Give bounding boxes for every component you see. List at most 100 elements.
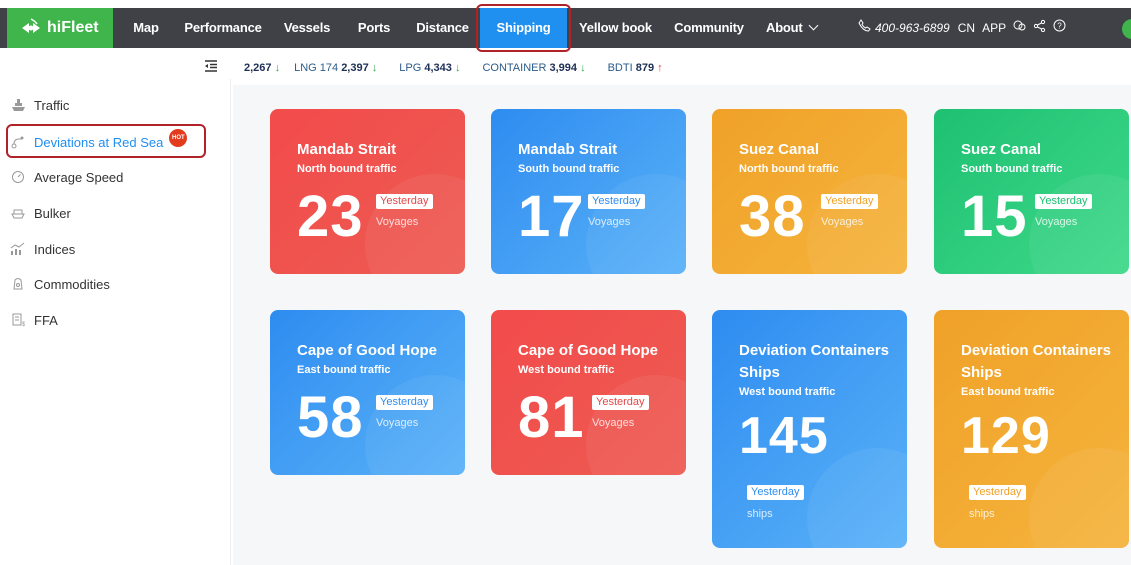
- sidebar-item-indices[interactable]: Indices: [10, 237, 75, 261]
- chart-icon: [10, 241, 26, 257]
- share-icon[interactable]: [1033, 8, 1046, 48]
- arrow-up-icon: ↑: [657, 62, 663, 74]
- ticker-label: LPG: [399, 62, 422, 74]
- stat-card[interactable]: Deviation Containers Ships West bound tr…: [712, 310, 907, 548]
- nav-about-label: About: [766, 20, 803, 35]
- arrow-down-icon: ↓: [580, 62, 586, 74]
- logo-icon: [22, 18, 40, 33]
- nav-right-tools: 400-963-6899 CN APP ?: [858, 8, 1073, 48]
- arrow-down-icon: ↓: [454, 62, 461, 74]
- nav-community[interactable]: Community: [673, 8, 745, 48]
- card-title: Cape of Good Hope: [518, 342, 658, 359]
- sidebar-item-label: Commodities: [34, 276, 110, 292]
- help-icon[interactable]: ?: [1053, 8, 1066, 48]
- sidebar-item-average-speed[interactable]: Average Speed: [10, 165, 123, 189]
- card-unit: Voyages: [1035, 216, 1078, 228]
- card-subtitle: North bound traffic: [739, 163, 839, 175]
- menu-collapse-icon[interactable]: [204, 59, 218, 73]
- logo[interactable]: hiFleet: [7, 8, 113, 48]
- nav-map[interactable]: Map: [126, 8, 166, 48]
- card-value: 81: [518, 385, 585, 450]
- card-value: 23: [297, 184, 364, 249]
- nav-yellow-book[interactable]: Yellow book: [578, 8, 653, 48]
- ticker-value: 3,994: [549, 62, 578, 74]
- ticker-item[interactable]: CONTAINER 3,994 ↓: [482, 62, 585, 74]
- route-icon: [10, 134, 26, 150]
- ticker-item[interactable]: 2,267 ↓: [244, 62, 280, 74]
- card-unit: Voyages: [592, 417, 635, 429]
- logo-text: hiFleet: [47, 19, 99, 36]
- svg-text:$: $: [22, 322, 25, 327]
- card-unit: ships: [969, 508, 995, 520]
- card-unit: ships: [747, 508, 773, 520]
- phone-icon: [858, 8, 871, 48]
- hot-badge: HOT: [169, 129, 188, 147]
- card-value: 15: [961, 184, 1028, 249]
- card-title: Mandab Strait: [518, 141, 618, 158]
- chevron-down-icon: [808, 20, 819, 31]
- sidebar-item-label: Traffic: [34, 97, 70, 113]
- card-title: Mandab Strait: [297, 141, 397, 158]
- index-ticker: 2,267 ↓ LNG 174 2,397 ↓ LPG 4,343 ↓ CONT…: [233, 57, 1131, 79]
- yesterday-tag: Yesterday: [821, 194, 878, 209]
- main-content: Mandab Strait North bound traffic 23 Yes…: [233, 85, 1131, 565]
- stat-card[interactable]: Mandab Strait North bound traffic 23 Yes…: [270, 109, 465, 274]
- speedometer-icon: [10, 169, 26, 185]
- arrow-down-icon: ↓: [371, 62, 378, 74]
- nav-about[interactable]: About: [766, 8, 821, 48]
- stat-card[interactable]: Suez Canal South bound traffic 15 Yester…: [934, 109, 1129, 274]
- sidebar-item-traffic[interactable]: Traffic: [10, 93, 69, 117]
- ticker-item[interactable]: LPG 4,343 ↓: [399, 62, 460, 74]
- stat-card[interactable]: Mandab Strait South bound traffic 17 Yes…: [491, 109, 686, 274]
- ticker-item[interactable]: BDTI 879 ↑: [608, 62, 663, 74]
- lang-switch[interactable]: CN: [958, 8, 975, 48]
- card-value: 129: [961, 407, 1051, 465]
- yesterday-tag: Yesterday: [376, 194, 433, 209]
- card-title: Suez Canal: [739, 141, 820, 158]
- sidebar-item-deviations-red-sea[interactable]: Deviations at Red Sea HOT: [10, 129, 188, 154]
- ticker-value: 2,267: [244, 62, 272, 74]
- nav-performance[interactable]: Performance: [183, 8, 263, 48]
- card-value: 38: [739, 184, 806, 249]
- yesterday-tag: Yesterday: [969, 485, 1026, 500]
- sidebar-item-commodities[interactable]: Commodities: [10, 272, 110, 296]
- stat-card[interactable]: Cape of Good Hope West bound traffic 81 …: [491, 310, 686, 475]
- card-subtitle: East bound traffic: [961, 386, 1055, 398]
- sidebar-item-label: Indices: [34, 241, 76, 257]
- card-unit: Voyages: [376, 216, 419, 228]
- yesterday-tag: Yesterday: [588, 194, 645, 209]
- nav-shipping[interactable]: Shipping: [480, 8, 567, 48]
- sidebar-item-label: Deviations at Red Sea: [34, 134, 164, 150]
- chat-icon[interactable]: [1013, 8, 1026, 48]
- ship-icon: [10, 97, 26, 113]
- nav-ports[interactable]: Ports: [353, 8, 395, 48]
- yesterday-tag: Yesterday: [747, 485, 804, 500]
- phone-number[interactable]: 400-963-6899: [875, 8, 950, 48]
- nav-vessels[interactable]: Vessels: [282, 8, 332, 48]
- ticker-value: 879: [635, 62, 655, 74]
- ticker-value: 2,397: [341, 62, 369, 74]
- sidebar-item-bulker[interactable]: Bulker: [10, 201, 71, 225]
- ffa-icon: $: [10, 312, 26, 328]
- card-value: 145: [739, 407, 829, 465]
- card-unit: Voyages: [376, 417, 419, 429]
- ticker-item[interactable]: LNG 174 2,397 ↓: [294, 62, 377, 74]
- ticker-value: 4,343: [424, 62, 452, 74]
- arrow-down-icon: ↓: [274, 62, 281, 74]
- card-title: Suez Canal: [961, 141, 1042, 158]
- sidebar-item-label: Average Speed: [34, 169, 124, 185]
- card-subtitle: West bound traffic: [518, 364, 615, 376]
- top-header: hiFleet Map Performance Vessels Ports Di…: [0, 0, 1131, 57]
- app-link[interactable]: APP: [982, 8, 1006, 48]
- ticker-label: BDTI: [607, 62, 633, 74]
- sidebar-item-ffa[interactable]: $ FFA: [10, 308, 58, 332]
- card-value: 58: [297, 385, 364, 450]
- stat-card[interactable]: Cape of Good Hope East bound traffic 58 …: [270, 310, 465, 475]
- stat-card[interactable]: Suez Canal North bound traffic 38 Yester…: [712, 109, 907, 274]
- sidebar: Traffic Deviations at Red Sea HOT Averag…: [0, 79, 231, 565]
- stat-card[interactable]: Deviation Containers Ships East bound tr…: [934, 310, 1129, 548]
- bulker-icon: [10, 205, 26, 221]
- card-unit: Voyages: [821, 216, 864, 228]
- ticker-label: CONTAINER: [482, 62, 547, 74]
- nav-distance[interactable]: Distance: [415, 8, 470, 48]
